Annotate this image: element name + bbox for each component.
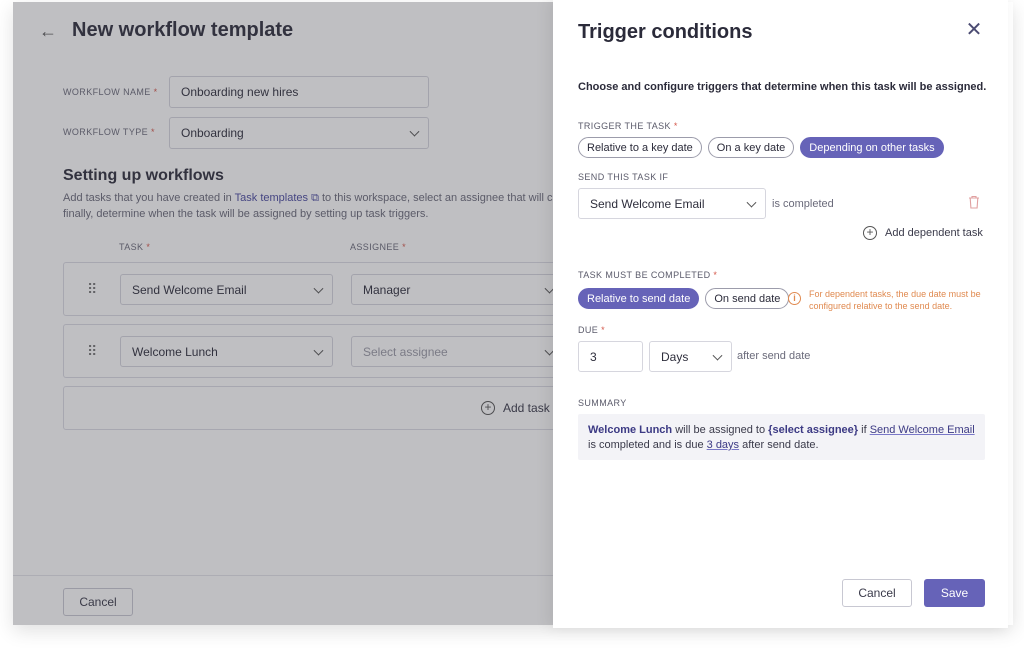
chevron-down-icon [712, 350, 723, 361]
must-complete-label: TASK MUST BE COMPLETED * [578, 270, 718, 280]
due-unit-value: Days [661, 349, 689, 364]
drawer-title: Trigger conditions [578, 21, 753, 43]
summary-text: is completed and is due [588, 439, 704, 451]
trigger-option-on-key-date[interactable]: On a key date [707, 137, 795, 158]
dependent-task-value: Send Welcome Email [590, 196, 705, 211]
summary-dependent-task: Send Welcome Email [869, 424, 975, 436]
summary-text: after send date. [742, 439, 819, 451]
info-icon: i [788, 292, 801, 305]
send-if-label: SEND THIS TASK IF [578, 172, 669, 182]
modal-overlay[interactable] [13, 2, 553, 625]
warning-text: For dependent tasks, the due date must b… [809, 289, 981, 311]
condition-text: is completed [772, 198, 834, 210]
chevron-down-icon [746, 197, 757, 208]
trigger-option-relative[interactable]: Relative to a key date [578, 137, 702, 158]
due-label: DUE * [578, 325, 606, 335]
add-dependent-task-button[interactable]: + Add dependent task [863, 226, 983, 240]
save-button[interactable]: Save [924, 579, 985, 607]
trash-icon[interactable] [968, 195, 980, 209]
must-complete-options: Relative to send date On send date [578, 288, 790, 309]
summary-label: SUMMARY [578, 398, 627, 408]
complete-option-on-send-date[interactable]: On send date [705, 288, 790, 309]
summary-box: Welcome Lunch will be assigned to {selec… [578, 414, 985, 460]
due-suffix: after send date [737, 350, 811, 362]
trigger-conditions-drawer: Trigger conditions ✕ Choose and configur… [553, 0, 1008, 628]
trigger-option-depending[interactable]: Depending on other tasks [800, 137, 944, 158]
cancel-button[interactable]: Cancel [842, 579, 912, 607]
summary-task: Welcome Lunch [588, 424, 673, 436]
due-amount-input[interactable]: 3 [578, 341, 643, 372]
summary-text: if [861, 424, 867, 436]
dependent-task-select[interactable]: Send Welcome Email [578, 188, 766, 219]
trigger-options: Relative to a key date On a key date Dep… [578, 137, 944, 158]
summary-assignee: {select assignee} [768, 424, 859, 436]
add-dependent-label: Add dependent task [885, 227, 983, 239]
plus-circle-icon: + [863, 226, 877, 240]
summary-text: will be assigned to [675, 424, 766, 436]
due-unit-select[interactable]: Days [649, 341, 732, 372]
trigger-label: TRIGGER THE TASK * [578, 121, 678, 131]
summary-due: 3 days [706, 439, 740, 451]
complete-option-relative[interactable]: Relative to send date [578, 288, 700, 309]
drawer-intro: Choose and configure triggers that deter… [578, 81, 987, 93]
close-icon[interactable]: ✕ [965, 20, 983, 40]
